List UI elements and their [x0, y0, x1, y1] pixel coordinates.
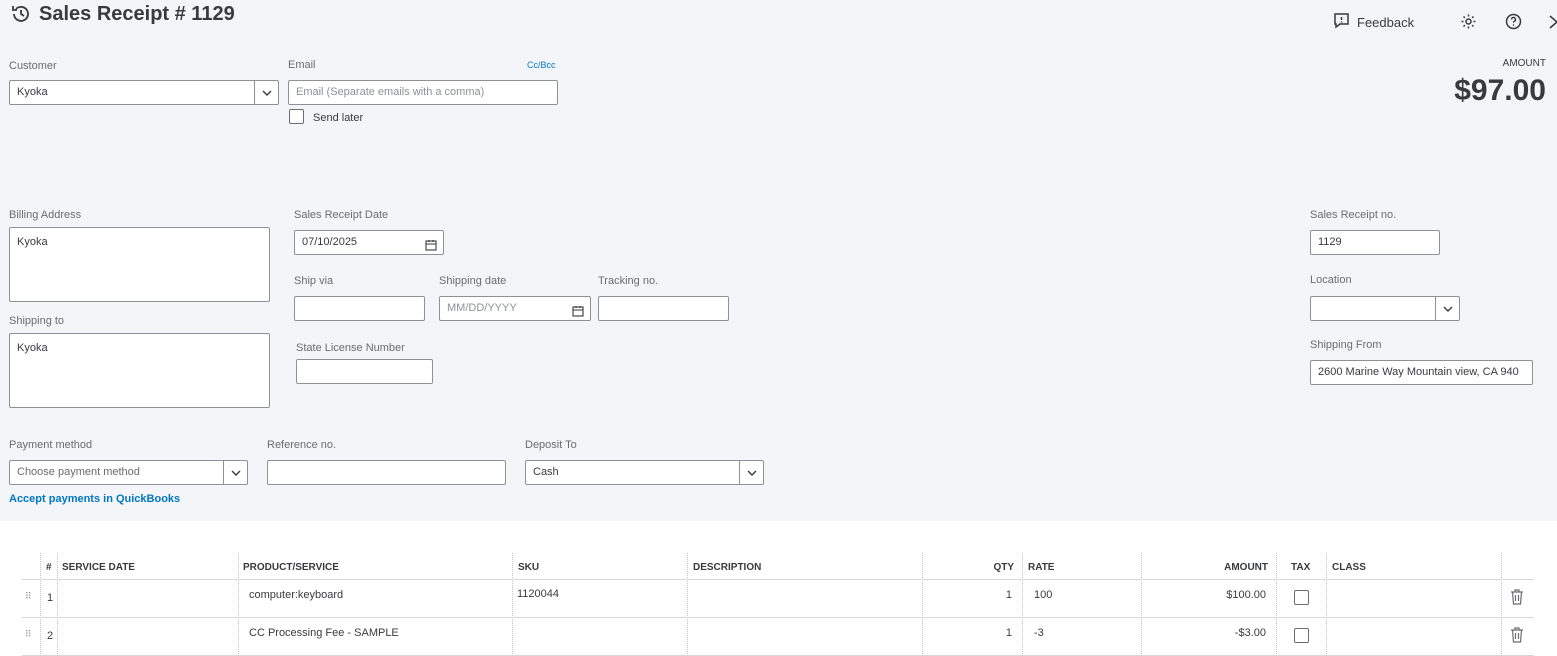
shipping-from-label: Shipping From [1310, 339, 1382, 351]
deposit-to-label: Deposit To [525, 439, 577, 451]
ship-via-label: Ship via [294, 275, 334, 287]
customer-label: Customer [9, 60, 57, 72]
shipping-from-field[interactable]: 2600 Marine Way Mountain view, CA 940 [1310, 360, 1533, 385]
row-rate[interactable]: -3 [1034, 627, 1044, 639]
col-header-sku: SKU [518, 562, 540, 573]
deposit-to-value: Cash [533, 466, 559, 478]
shipping-date-placeholder: MM/DD/YYYY [447, 302, 517, 314]
chevron-down-icon[interactable] [254, 81, 278, 104]
row-num: 1 [47, 592, 54, 604]
col-header-qty: QTY [993, 562, 1014, 573]
row-qty[interactable]: 1 [1006, 627, 1012, 639]
col-divider [1501, 553, 1502, 656]
receipt-no-label: Sales Receipt no. [1310, 209, 1397, 221]
col-header-amount: AMOUNT [1224, 562, 1268, 573]
accept-payments-link[interactable]: Accept payments in QuickBooks [9, 493, 180, 505]
col-divider [687, 553, 688, 656]
col-divider [1022, 553, 1023, 656]
shipping-to-label: Shipping to [9, 315, 65, 327]
row-rate[interactable]: 100 [1034, 589, 1052, 601]
row-tax-checkbox[interactable] [1294, 628, 1309, 643]
cc-bcc-link[interactable]: Cc/Bcc [527, 60, 556, 70]
customer-value: Kyoka [17, 86, 48, 98]
billing-address-field[interactable]: Kyoka [9, 227, 270, 302]
col-divider [238, 553, 239, 656]
billing-address-label: Billing Address [9, 209, 82, 221]
send-later-label: Send later [313, 112, 364, 124]
shipping-from-value: 2600 Marine Way Mountain view, CA 940 [1318, 366, 1519, 378]
help-icon[interactable] [1505, 13, 1522, 33]
row-num: 2 [47, 630, 54, 642]
state-license-label: State License Number [296, 342, 405, 354]
amount-value: $97.00 [1454, 74, 1546, 107]
gear-icon[interactable] [1460, 13, 1477, 33]
page-title: Sales Receipt # 1129 [39, 3, 235, 25]
reference-label: Reference no. [267, 439, 337, 451]
col-divider [512, 553, 513, 656]
col-divider [922, 553, 923, 656]
chat-bubble-icon [1333, 12, 1350, 32]
shipping-to-field[interactable]: Kyoka [9, 333, 270, 408]
header-divider [22, 579, 1534, 580]
row-product[interactable]: CC Processing Fee - SAMPLE [249, 627, 399, 639]
trash-icon[interactable] [1510, 589, 1524, 608]
send-later-checkbox[interactable] [289, 109, 304, 124]
customer-select[interactable]: Kyoka [9, 80, 279, 105]
shipping-date-label: Shipping date [439, 275, 507, 287]
shipping-date-field[interactable]: MM/DD/YYYY [439, 296, 591, 321]
col-divider [40, 553, 41, 656]
email-placeholder: Email (Separate emails with a comma) [296, 86, 485, 98]
chevron-down-icon[interactable] [1435, 297, 1459, 320]
payment-method-select[interactable]: Choose payment method [9, 460, 248, 485]
col-header-rate: RATE [1028, 562, 1055, 573]
row-amount[interactable]: $100.00 [1226, 589, 1266, 601]
receipt-date-field[interactable]: 07/10/2025 [294, 230, 444, 255]
drag-handle-icon[interactable]: ⠿ [25, 629, 32, 640]
tracking-label: Tracking no. [598, 275, 659, 287]
row-qty[interactable]: 1 [1006, 589, 1012, 601]
deposit-to-select[interactable]: Cash [525, 460, 764, 485]
row-tax-checkbox[interactable] [1294, 590, 1309, 605]
state-license-field[interactable] [296, 359, 433, 384]
close-icon[interactable] [1549, 15, 1557, 32]
trash-icon[interactable] [1510, 627, 1524, 646]
tracking-field[interactable] [598, 296, 729, 321]
feedback-label: Feedback [1357, 14, 1415, 30]
reference-field[interactable] [267, 460, 506, 485]
chevron-down-icon[interactable] [739, 461, 763, 484]
location-select[interactable] [1310, 296, 1460, 321]
email-field[interactable]: Email (Separate emails with a comma) [288, 80, 558, 105]
calendar-icon[interactable] [572, 303, 584, 317]
chevron-down-icon[interactable] [223, 461, 247, 484]
payment-method-label: Payment method [9, 439, 93, 451]
ship-via-field[interactable] [294, 296, 425, 321]
col-header-class: CLASS [1332, 562, 1366, 573]
receipt-date-value: 07/10/2025 [302, 236, 358, 248]
payment-method-placeholder: Choose payment method [17, 466, 140, 478]
col-divider [1141, 553, 1142, 656]
row-divider [22, 617, 1534, 618]
receipt-date-label: Sales Receipt Date [294, 209, 389, 221]
col-header-product: PRODUCT/SERVICE [243, 562, 339, 573]
col-header-tax: TAX [1291, 562, 1311, 573]
history-icon[interactable] [10, 3, 32, 25]
drag-handle-icon[interactable]: ⠿ [25, 591, 32, 602]
col-divider [1326, 553, 1327, 656]
amount-label: AMOUNT [1502, 58, 1546, 69]
feedback-button[interactable]: Feedback [1333, 12, 1414, 32]
calendar-icon[interactable] [425, 237, 437, 251]
row-sku[interactable]: 1120044 [517, 588, 559, 600]
email-label: Email [288, 59, 316, 71]
col-divider [1276, 553, 1277, 656]
col-header-num: # [46, 562, 52, 573]
row-amount[interactable]: -$3.00 [1235, 627, 1266, 639]
location-label: Location [1310, 274, 1352, 286]
col-header-description: DESCRIPTION [693, 562, 762, 573]
row-product[interactable]: computer:keyboard [249, 589, 343, 601]
receipt-no-value: 1129 [1318, 236, 1342, 248]
col-divider [57, 553, 58, 656]
receipt-no-field[interactable]: 1129 [1310, 230, 1440, 255]
col-header-service-date: SERVICE DATE [62, 562, 135, 573]
